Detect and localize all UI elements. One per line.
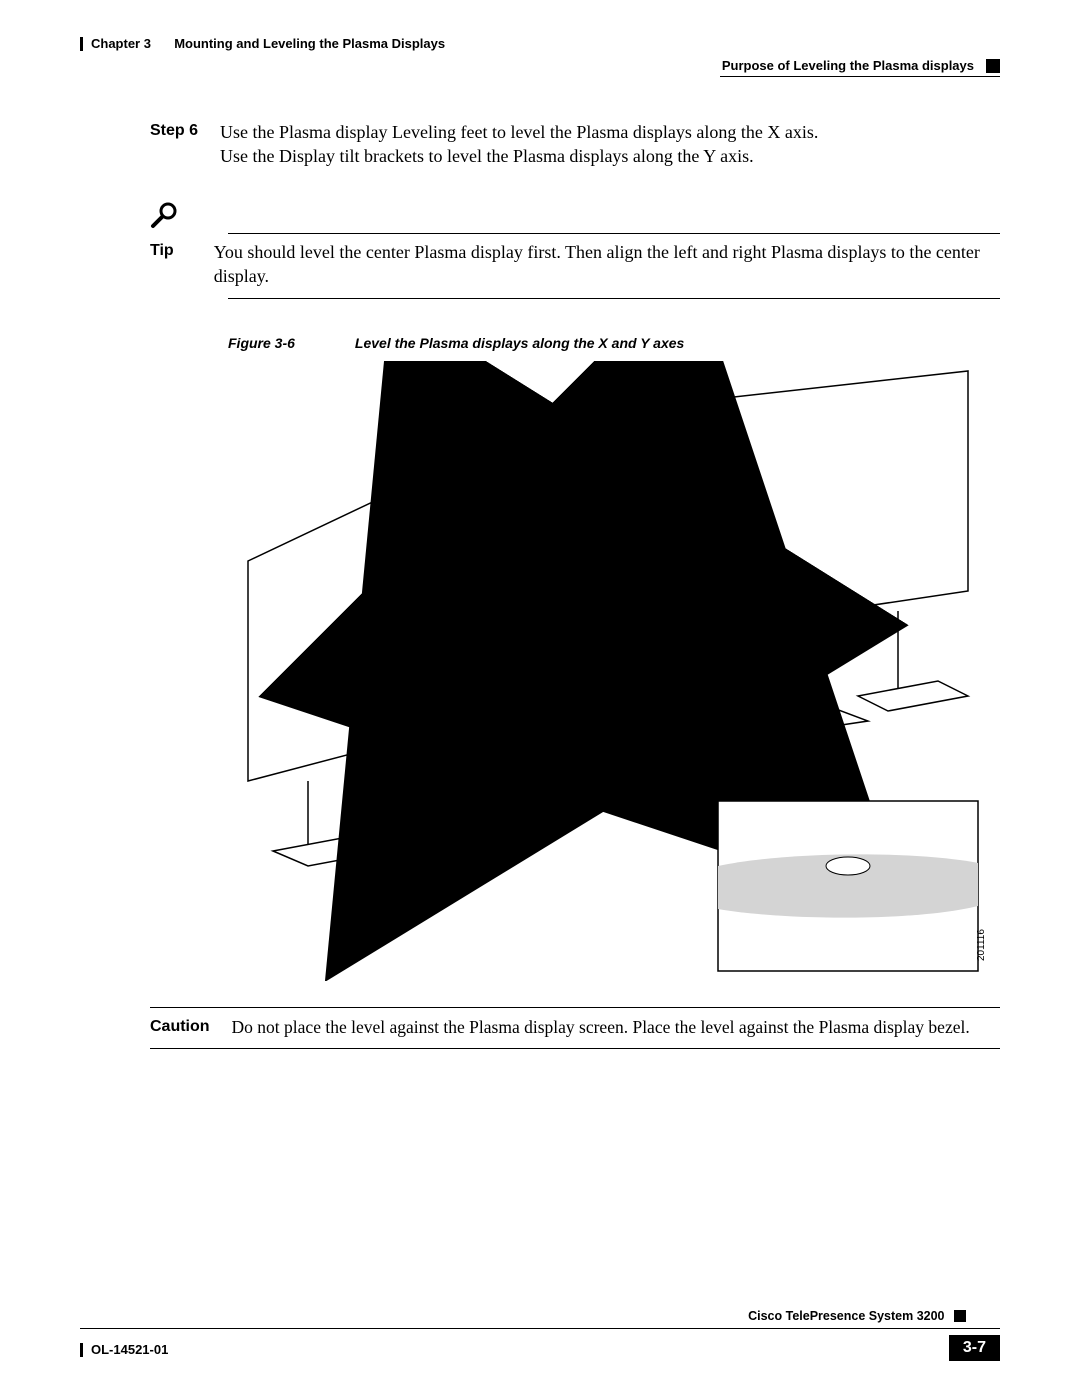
- header-square-icon: [986, 59, 1000, 73]
- footer-doc-id-block: OL-14521-01: [80, 1342, 168, 1357]
- figure-callout-id: 201116: [976, 929, 987, 961]
- step-line1: Use the Plasma display Leveling feet to …: [220, 120, 818, 144]
- caution-block: Caution Do not place the level against t…: [150, 1007, 1000, 1049]
- page-number-box: 3-7: [949, 1335, 1000, 1361]
- figure-ref: Figure 3-6: [228, 335, 295, 351]
- tip-rule-bottom: [228, 298, 1000, 299]
- running-header-left: Chapter 3 Mounting and Leveling the Plas…: [80, 36, 445, 51]
- running-header-right: Purpose of Leveling the Plasma displays: [722, 58, 1000, 73]
- step-text: Use the Plasma display Leveling feet to …: [220, 120, 818, 169]
- step-line2: Use the Display tilt brackets to level t…: [220, 144, 818, 168]
- footer-rule-mark: [80, 1343, 83, 1357]
- figure-illustration: 201116: [228, 361, 988, 981]
- header-rule-mark: [80, 37, 83, 51]
- footer-doc-id: OL-14521-01: [91, 1342, 168, 1357]
- step-block: Step 6 Use the Plasma display Leveling f…: [150, 120, 1000, 169]
- tip-rule-top: [228, 233, 1000, 234]
- footer-rule: [80, 1328, 1000, 1329]
- footer-product: Cisco TelePresence System 3200: [748, 1309, 944, 1323]
- figure-title: Level the Plasma displays along the X an…: [355, 335, 684, 351]
- caution-rule-top: [150, 1007, 1000, 1008]
- header-underline: [720, 76, 1000, 77]
- footer-product-line: Cisco TelePresence System 3200: [744, 1309, 970, 1323]
- caution-text: Do not place the level against the Plasm…: [232, 1016, 970, 1040]
- tip-label: Tip: [150, 240, 174, 289]
- tip-icon-row: [150, 201, 1000, 229]
- magnifier-tip-icon: [150, 201, 180, 229]
- caution-rule-bottom: [150, 1048, 1000, 1049]
- chapter-prefix: Chapter 3: [91, 36, 151, 51]
- page-number: 3-7: [963, 1339, 986, 1356]
- section-title: Purpose of Leveling the Plasma displays: [722, 58, 974, 73]
- tip-text: You should level the center Plasma displ…: [214, 240, 1000, 289]
- chapter-title: Mounting and Leveling the Plasma Display…: [174, 36, 445, 51]
- footer-square-icon: [954, 1310, 966, 1322]
- caution-label: Caution: [150, 1016, 210, 1040]
- figure-caption: Figure 3-6 Level the Plasma displays alo…: [228, 335, 1000, 351]
- document-page: Chapter 3 Mounting and Leveling the Plas…: [0, 0, 1080, 1397]
- step-label: Step 6: [150, 120, 198, 169]
- page-body: Step 6 Use the Plasma display Leveling f…: [150, 120, 1000, 1049]
- tip-block: Tip You should level the center Plasma d…: [150, 201, 1000, 300]
